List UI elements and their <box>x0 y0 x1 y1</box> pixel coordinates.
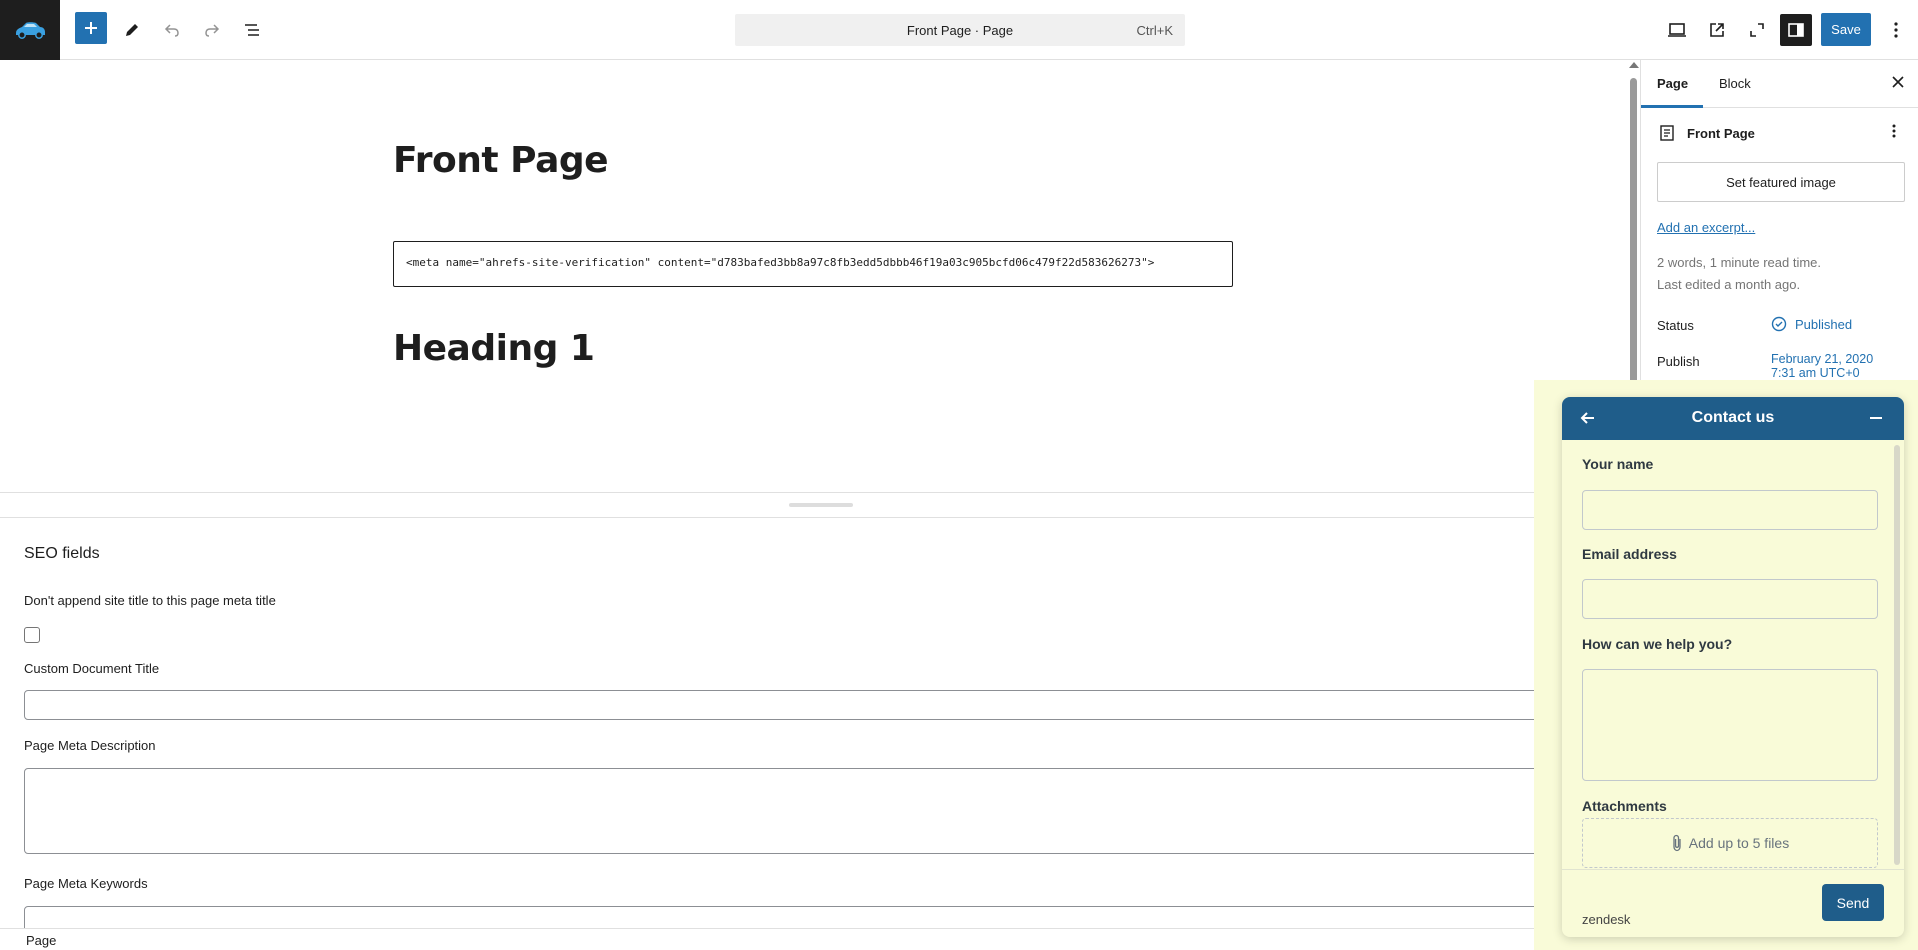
attach-hint: Add up to 5 files <box>1688 835 1790 851</box>
save-button[interactable]: Save <box>1821 13 1871 46</box>
status-value: Published <box>1795 316 1853 332</box>
meta-description-label: Page Meta Description <box>24 738 156 753</box>
seo-fields-metabox: SEO fields Don't append site title to th… <box>0 518 1640 936</box>
publish-time: 7:31 am UTC+0 <box>1771 366 1860 380</box>
help-textarea[interactable] <box>1582 669 1878 781</box>
metabox-resize-divider <box>0 492 1640 518</box>
doc-title-label: Custom Document Title <box>24 661 160 676</box>
scroll-up-arrow[interactable] <box>1629 62 1639 68</box>
seo-fields-title: SEO fields <box>24 545 100 562</box>
zendesk-scrollbar[interactable] <box>1894 445 1900 865</box>
sidebar-icon <box>1788 23 1804 37</box>
view-page-button[interactable] <box>1701 14 1733 46</box>
tools-button[interactable] <box>116 14 148 46</box>
list-view-icon <box>245 24 259 36</box>
word-count: 2 words, 1 minute read time. <box>1657 255 1822 270</box>
page-title[interactable]: Front Page <box>393 140 609 181</box>
more-vertical-icon <box>1892 124 1896 138</box>
fullscreen-button[interactable] <box>1741 14 1773 46</box>
set-featured-image-button[interactable]: Set featured image <box>1657 162 1905 202</box>
desktop-icon <box>1668 23 1686 37</box>
email-label: Email address <box>1582 546 1677 562</box>
fullscreen-icon <box>1750 23 1764 37</box>
redo-icon <box>205 24 220 37</box>
editor-toolbar: Front Page · Page Ctrl+K Save <box>0 0 1918 60</box>
page-actions-button[interactable] <box>1891 123 1897 144</box>
help-label: How can we help you? <box>1582 636 1733 652</box>
redo-button[interactable] <box>196 14 228 46</box>
breadcrumb-page[interactable]: Page <box>26 933 56 948</box>
append-title-label: Don't append site title to this page met… <box>24 593 276 608</box>
doc-title-input[interactable] <box>24 690 1624 720</box>
publish-label: Publish <box>1657 354 1700 369</box>
undo-button[interactable] <box>156 14 188 46</box>
name-label: Your name <box>1582 456 1654 472</box>
attachments-label: Attachments <box>1582 798 1667 814</box>
zendesk-title: Contact us <box>1691 409 1775 426</box>
command-shortcut: Ctrl+K <box>1136 23 1173 38</box>
active-tab-indicator <box>1641 105 1703 108</box>
published-check-icon <box>1771 316 1787 332</box>
sidebar-tabs: Page Block <box>1641 60 1918 108</box>
zendesk-contact-panel: Contact us Your name Email address How c… <box>1562 397 1904 937</box>
page-name: Front Page <box>1687 125 1755 141</box>
last-edited: Last edited a month ago. <box>1657 277 1801 292</box>
plus-icon <box>85 22 97 34</box>
zendesk-logo[interactable]: zendesk <box>1582 912 1630 927</box>
minimize-button[interactable] <box>1870 417 1882 419</box>
send-button[interactable]: Send <box>1822 884 1884 921</box>
breadcrumb: Page <box>0 928 1640 950</box>
attachments-dropzone[interactable]: Add up to 5 files <box>1582 818 1878 868</box>
settings-sidebar-toggle[interactable] <box>1780 14 1812 46</box>
site-logo-button[interactable] <box>0 0 60 60</box>
options-menu-button[interactable] <box>1880 14 1912 46</box>
document-overview-button[interactable] <box>236 14 268 46</box>
publish-date: February 21, 2020 <box>1771 352 1874 366</box>
publish-date-button[interactable]: February 21, 2020 7:31 am UTC+0 <box>1771 352 1873 380</box>
car-icon <box>16 22 45 39</box>
close-sidebar-button[interactable] <box>1890 74 1906 95</box>
status-value-button[interactable]: Published <box>1771 316 1852 332</box>
add-excerpt-link[interactable]: Add an excerpt... <box>1657 220 1755 235</box>
command-title: Front Page · Page <box>906 22 1014 38</box>
more-vertical-icon <box>1894 22 1898 38</box>
pencil-icon <box>126 24 138 36</box>
close-icon <box>1892 76 1904 88</box>
tab-block[interactable]: Block <box>1719 76 1751 91</box>
status-label: Status <box>1657 318 1694 333</box>
page-icon <box>1660 125 1674 141</box>
undo-icon <box>164 24 179 37</box>
custom-html-block[interactable]: <meta name="ahrefs-site-verification" co… <box>393 241 1233 287</box>
name-field[interactable] <box>1582 490 1878 530</box>
append-title-checkbox[interactable] <box>24 627 40 643</box>
command-palette-bar[interactable]: Front Page · Page Ctrl+K <box>735 14 1185 46</box>
zendesk-header: Contact us <box>1562 397 1904 440</box>
zendesk-footer: zendesk Send <box>1562 869 1904 937</box>
resize-handle[interactable] <box>789 503 853 507</box>
editor-scrollbar[interactable] <box>1630 78 1637 398</box>
email-field[interactable] <box>1582 579 1878 619</box>
editor-canvas: Front Page <meta name="ahrefs-site-verif… <box>0 60 1630 492</box>
preview-button[interactable] <box>1661 14 1693 46</box>
meta-keywords-label: Page Meta Keywords <box>24 876 148 891</box>
external-link-icon <box>1710 23 1724 37</box>
paperclip-icon <box>1673 834 1681 852</box>
page-summary: Front Page <box>1659 124 1755 142</box>
heading-block[interactable]: Heading 1 <box>393 328 595 369</box>
meta-description-input[interactable] <box>24 768 1624 854</box>
block-inserter-button[interactable] <box>75 12 107 44</box>
tab-page[interactable]: Page <box>1657 76 1688 91</box>
